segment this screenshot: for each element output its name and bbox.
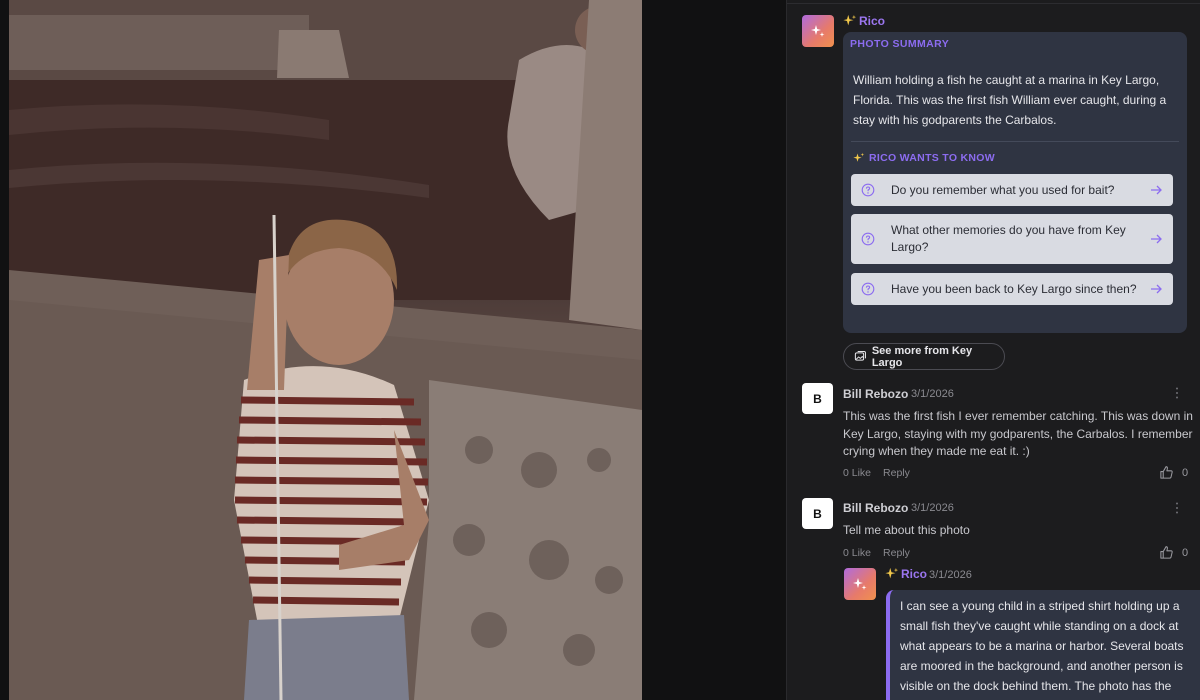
sparkle-icon xyxy=(853,152,865,162)
avatar[interactable]: B xyxy=(802,383,833,414)
photo-viewer xyxy=(0,0,786,700)
comment-actions: 0 Like Reply xyxy=(843,547,910,559)
question-memories[interactable]: What other memories do you have from Key… xyxy=(851,214,1173,264)
photo-illustration xyxy=(9,0,642,700)
thumbs-up-icon xyxy=(1160,546,1173,559)
reply-button[interactable]: Reply xyxy=(883,467,910,479)
see-more-button[interactable]: See more from Key Largo xyxy=(843,343,1005,370)
see-more-label: See more from Key Largo xyxy=(871,344,973,369)
like-count: 0 xyxy=(1182,466,1189,479)
like-toggle[interactable]: 0 xyxy=(1159,545,1188,560)
more-vertical-icon[interactable] xyxy=(1170,501,1184,515)
reply-button[interactable]: Reply xyxy=(883,547,910,559)
rico-author[interactable]: Rico xyxy=(843,14,885,28)
comment-actions: 0 Like Reply xyxy=(843,467,910,479)
rico-reply-date: 3/1/2026 xyxy=(929,569,972,581)
more-vertical-icon[interactable] xyxy=(1170,386,1184,400)
photo-summary-card: PHOTO SUMMARY William holding a fish he … xyxy=(843,32,1187,333)
rico-avatar xyxy=(802,15,834,47)
comment-author[interactable]: Bill Rebozo xyxy=(843,501,908,515)
summary-text: William holding a fish he caught at a ma… xyxy=(853,73,1167,127)
like-button[interactable]: 0 Like xyxy=(843,547,871,559)
wants-heading-label: RICO WANTS TO KNOW xyxy=(869,152,995,164)
avatar-letter: B xyxy=(813,506,822,521)
question-circle-icon xyxy=(861,282,875,296)
rico-reply-name: Rico xyxy=(901,567,928,581)
rico-reply-bubble: I can see a young child in a striped shi… xyxy=(886,590,1200,700)
question-text: Have you been back to Key Largo since th… xyxy=(891,281,1137,296)
like-button[interactable]: 0 Like xyxy=(843,467,871,479)
comment-date: 3/1/2026 xyxy=(911,388,954,400)
comment-text: Tell me about this photo xyxy=(843,523,970,537)
sparkle-icon xyxy=(843,14,857,26)
rico-avatar xyxy=(844,568,876,600)
comment-text: This was the first fish I ever remember … xyxy=(843,409,1193,458)
arrow-right-icon xyxy=(1151,284,1162,294)
thumbs-up-icon xyxy=(1160,466,1173,479)
sparkle-icon xyxy=(853,578,867,590)
summary-heading: PHOTO SUMMARY xyxy=(850,38,950,50)
question-circle-icon xyxy=(861,232,875,246)
panel-top-divider xyxy=(787,0,1200,4)
question-text: Do you remember what you used for bait? xyxy=(891,182,1115,197)
question-text: What other memories do you have from Key… xyxy=(891,223,1126,254)
avatar[interactable]: B xyxy=(802,498,833,529)
comment-author[interactable]: Bill Rebozo xyxy=(843,387,908,401)
sparkle-icon xyxy=(885,567,899,579)
memory-photo[interactable] xyxy=(9,0,642,700)
card-divider xyxy=(851,141,1179,142)
rico-wants-heading: RICO WANTS TO KNOW xyxy=(853,152,995,164)
sparkle-icon xyxy=(811,25,825,37)
like-count: 0 xyxy=(1182,546,1189,559)
question-circle-icon xyxy=(861,183,875,197)
comment-date: 3/1/2026 xyxy=(911,502,954,514)
arrow-right-icon xyxy=(1151,234,1162,244)
rico-reply-text: I can see a young child in a striped shi… xyxy=(900,599,1184,700)
like-toggle[interactable]: 0 xyxy=(1159,465,1188,480)
avatar-letter: B xyxy=(813,391,822,406)
question-bait[interactable]: Do you remember what you used for bait? xyxy=(851,174,1173,206)
photos-icon xyxy=(854,350,866,361)
rico-reply-author[interactable]: Rico xyxy=(885,567,927,581)
rico-name: Rico xyxy=(859,14,886,28)
arrow-right-icon xyxy=(1151,185,1162,195)
app-root: Rico PHOTO SUMMARY William holding a fis… xyxy=(0,0,1200,700)
question-been-back[interactable]: Have you been back to Key Largo since th… xyxy=(851,273,1173,305)
